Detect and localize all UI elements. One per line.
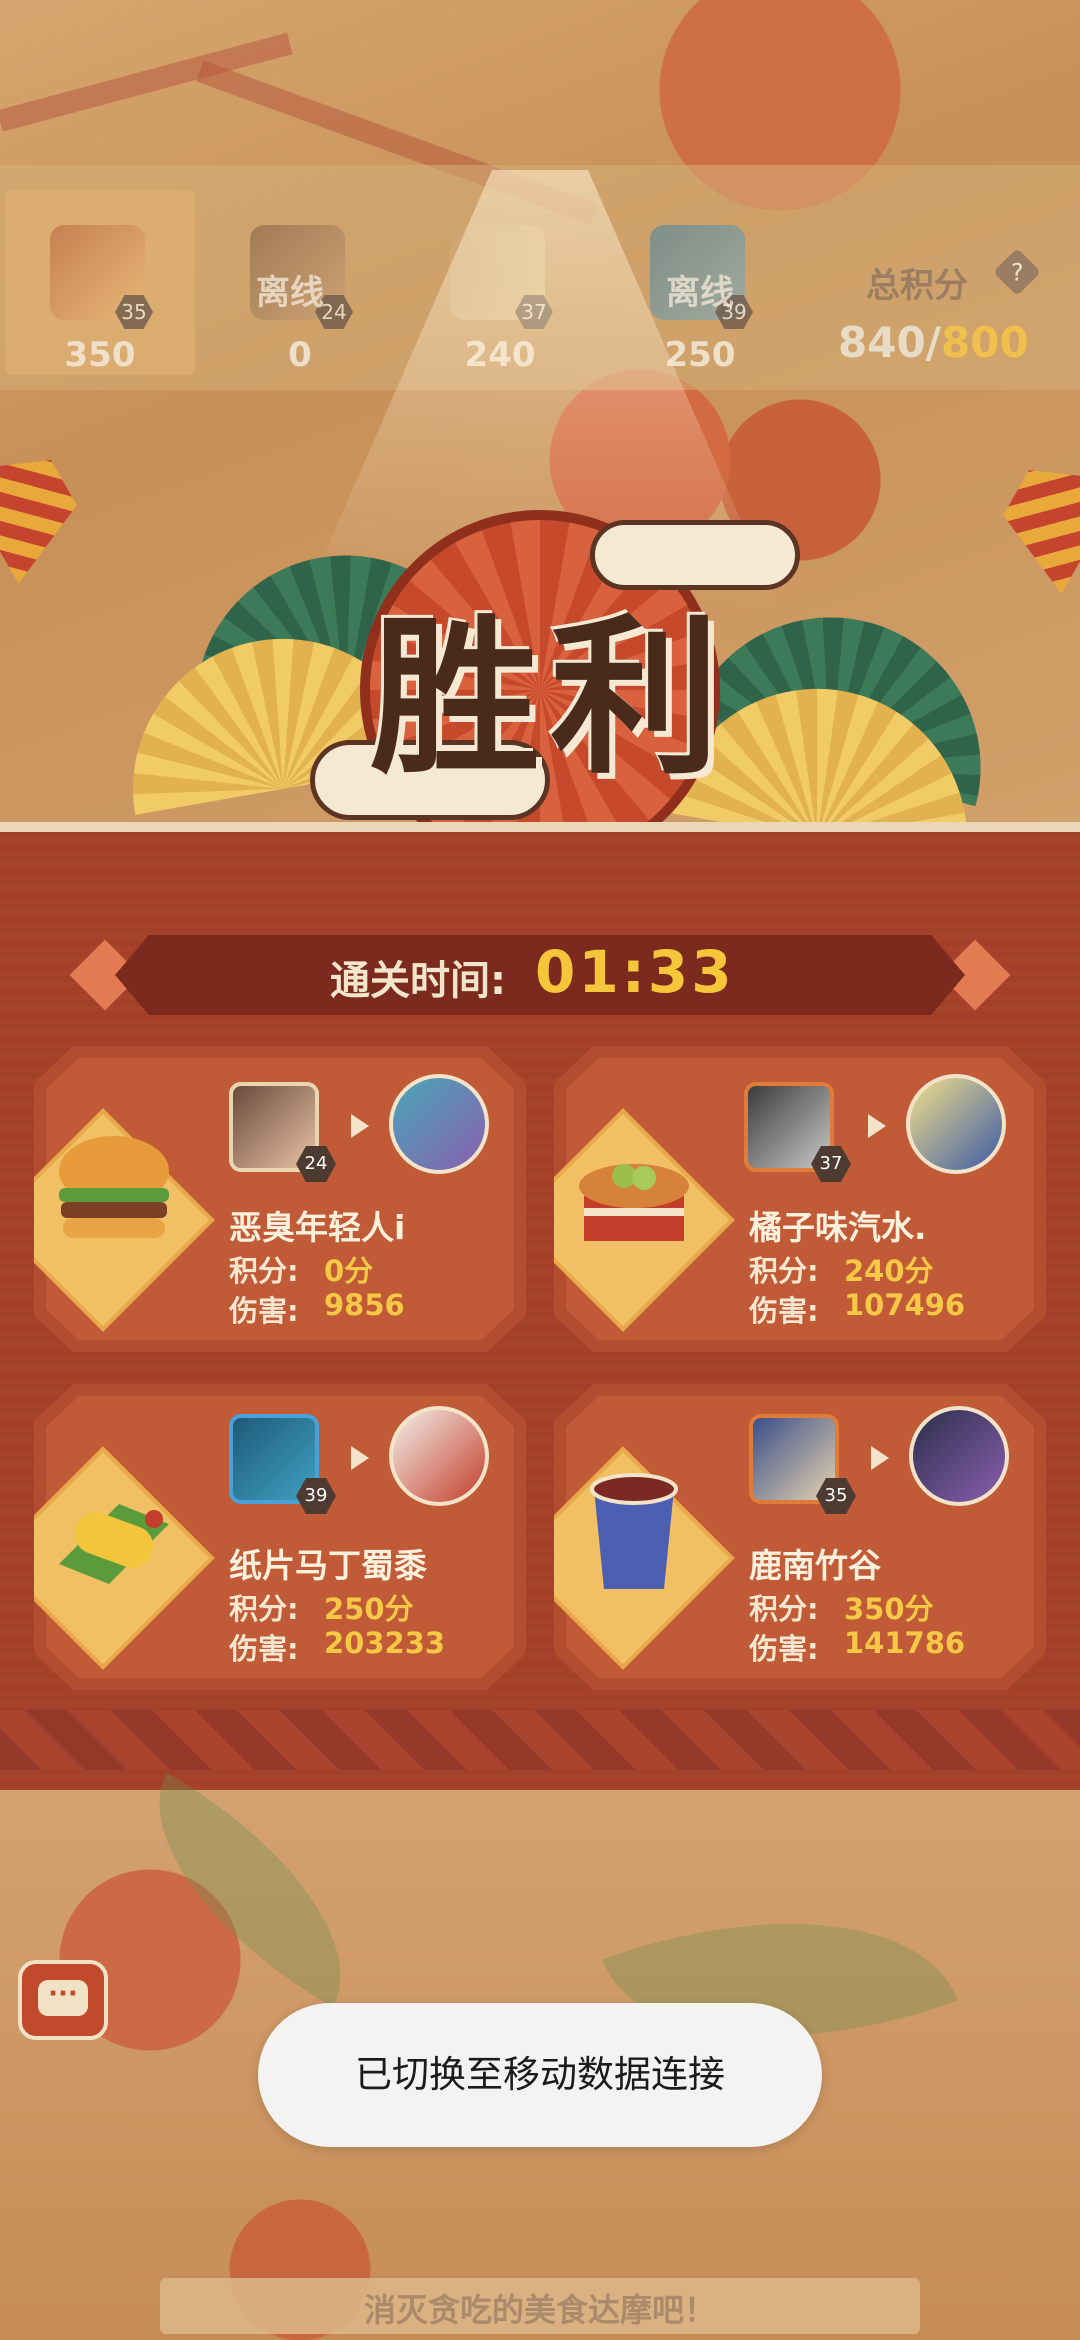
damage-value: 107496 (844, 1288, 966, 1322)
damage-label: 伤害: (229, 1294, 299, 1328)
player-result-card: 39 纸片马丁蜀黍 积分: 250分 伤害: 203233 (34, 1384, 526, 1690)
chat-button[interactable]: ··· (18, 1960, 108, 2040)
score-slot-1: 35 350 (5, 190, 195, 375)
score-slot-2: 24 离线 0 (205, 190, 395, 375)
total-score-label: 总积分 (866, 266, 968, 306)
player-points: 0 (288, 335, 312, 375)
score-label: 积分: (229, 1254, 299, 1288)
clear-time-value: 01:33 (535, 938, 735, 1006)
player-points: 350 (64, 335, 136, 375)
damage-value: 203233 (324, 1626, 446, 1660)
score-value: 350分 (844, 1592, 934, 1626)
damage-label: 伤害: (749, 1294, 819, 1328)
victory-title: 胜利 (369, 598, 730, 798)
total-separator: / (925, 318, 942, 367)
score-label: 积分: (749, 1254, 819, 1288)
offline-label: 离线 (666, 273, 734, 313)
player-result-card: 24 恶臭年轻人i 积分: 0分 伤害: 9856 (34, 1046, 526, 1352)
total-goal: 800 (941, 318, 1029, 367)
character-avatar (909, 1406, 1009, 1506)
arrow-right-icon (871, 1446, 889, 1470)
burger-icon (59, 1136, 169, 1238)
player-name: 橘子味汽水. (749, 1208, 927, 1247)
damage-value: 141786 (844, 1626, 966, 1660)
character-avatar (389, 1406, 489, 1506)
character-avatar (389, 1074, 489, 1174)
score-label: 积分: (749, 1592, 819, 1626)
damage-value: 9856 (324, 1288, 405, 1322)
player-result-card: 37 橘子味汽水. 积分: 240分 伤害: 107496 (554, 1046, 1046, 1352)
corn-icon (59, 1504, 169, 1584)
score-value: 240分 (844, 1254, 934, 1288)
score-value: 250分 (324, 1592, 414, 1626)
player-name: 纸片马丁蜀黍 (229, 1546, 427, 1585)
damage-label: 伤害: (229, 1632, 299, 1666)
player-name: 恶臭年轻人i (229, 1208, 406, 1247)
offline-label: 离线 (256, 273, 324, 313)
player-result-card: 35 鹿南竹谷 积分: 350分 伤害: 141786 (554, 1384, 1046, 1690)
arrow-right-icon (351, 1446, 369, 1470)
arrow-right-icon (868, 1114, 886, 1138)
score-value: 0分 (324, 1254, 374, 1288)
total-current: 840 (838, 318, 926, 367)
score-label: 积分: (229, 1592, 299, 1626)
player-name: 鹿南竹谷 (749, 1546, 881, 1585)
chat-bubble-icon: ··· (38, 1980, 88, 2016)
character-avatar (906, 1074, 1006, 1174)
total-score: 840/800 (838, 318, 1029, 367)
damage-label: 伤害: (749, 1632, 819, 1666)
drink-cup-icon (590, 1473, 678, 1589)
footer-hint: 消灭贪吃的美食达摩吧！ (363, 2291, 716, 2329)
panel-bottom-pattern (0, 1710, 1080, 1770)
network-toast: 已切换至移动数据连接 (258, 2003, 822, 2147)
clear-time-label: 通关时间: (330, 958, 506, 1004)
bread-basket-icon (579, 1164, 689, 1241)
arrow-right-icon (351, 1114, 369, 1138)
